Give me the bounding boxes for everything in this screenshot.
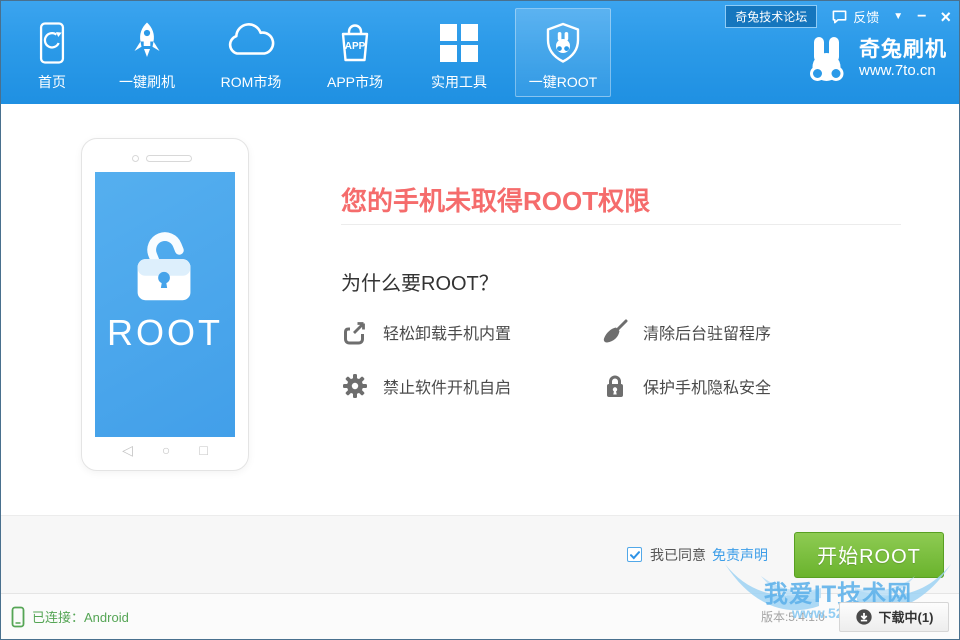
menu-caret-icon[interactable]: ▼ — [893, 11, 903, 22]
forum-button[interactable]: 奇兔技术论坛 — [725, 5, 817, 28]
connected-phone-icon — [11, 606, 25, 628]
agreement-row: 我已同意 免责声明 — [627, 545, 768, 565]
broom-icon — [602, 319, 628, 345]
nav-label-home: 首页 — [38, 72, 66, 92]
phone-home-icon: ○ — [162, 442, 170, 459]
gear-icon — [342, 373, 368, 399]
disclaimer-link[interactable]: 免责声明 — [712, 545, 768, 565]
nav-tab-home[interactable]: 首页 — [13, 8, 91, 97]
check-icon — [629, 549, 641, 561]
phone-nav-buttons: ◁ ○ □ — [82, 442, 248, 459]
nav-label-tools: 实用工具 — [431, 72, 487, 92]
title-divider — [341, 224, 901, 225]
action-bar: 我已同意 免责声明 开始ROOT — [1, 515, 959, 594]
nav-label-flash: 一键刷机 — [119, 72, 175, 92]
feature-privacy: 保护手机隐私安全 — [602, 373, 874, 399]
phone-screen-root-label: ROOT — [95, 312, 235, 354]
tools-grid-icon — [440, 17, 478, 69]
phone-screen: ROOT — [95, 172, 235, 437]
minimize-button[interactable]: − — [917, 10, 926, 24]
nav-label-root: 一键ROOT — [529, 72, 597, 92]
rocket-icon — [125, 17, 169, 69]
download-button[interactable]: 下载中(1) — [839, 602, 949, 632]
connection-text: 已连接：Android — [32, 607, 129, 626]
nav-tab-flash[interactable]: 一键刷机 — [99, 8, 195, 97]
feature-label: 禁止软件开机自启 — [383, 374, 511, 398]
brand-url: www.7to.cn — [859, 62, 947, 79]
phone-back-icon: ◁ — [122, 442, 133, 459]
app-bag-icon-text: APP — [345, 41, 366, 52]
nav-tab-root[interactable]: 一键ROOT — [515, 8, 611, 97]
home-refresh-icon — [33, 17, 71, 69]
feature-label: 清除后台驻留程序 — [643, 320, 771, 344]
why-root-heading: 为什么要ROOT？ — [341, 267, 499, 296]
phone-camera-dot — [132, 155, 139, 162]
nav-label-rom-market: ROM市场 — [221, 72, 282, 92]
uninstall-icon — [342, 319, 368, 345]
phone-illustration: ROOT ◁ ○ □ — [81, 138, 249, 471]
start-root-button[interactable]: 开始ROOT — [794, 532, 944, 578]
feature-list: 轻松卸载手机内置 清除后台驻留程序 — [342, 319, 874, 399]
brand-logo: 奇兔刷机 www.7to.cn — [803, 35, 947, 83]
app-window: 首页 一键刷机 — [0, 0, 960, 640]
close-button[interactable]: × — [940, 9, 951, 25]
feature-uninstall: 轻松卸载手机内置 — [342, 319, 602, 345]
nav-label-app-market: APP市场 — [327, 72, 383, 92]
rabbit-logo-icon — [803, 35, 851, 83]
feedback-button[interactable]: 反馈 — [831, 7, 879, 26]
unlock-icon — [121, 222, 209, 315]
speech-bubble-icon — [831, 9, 848, 24]
window-controls: 奇兔技术论坛 反馈 ▼ − × — [725, 5, 951, 28]
feature-label: 保护手机隐私安全 — [643, 374, 771, 398]
agree-checkbox[interactable] — [627, 547, 642, 562]
status-bar: 已连接：Android 版本:5.4.1.0 下载中(1) — [1, 594, 959, 639]
nav-tab-tools[interactable]: 实用工具 — [411, 8, 507, 97]
agree-label: 我已同意 — [650, 545, 706, 565]
brand-name: 奇兔刷机 — [859, 38, 947, 62]
main-nav: 首页 一键刷机 — [13, 8, 611, 97]
connection-status: 已连接：Android — [11, 606, 129, 628]
page-title: 您的手机未取得ROOT权限 — [341, 181, 650, 218]
phone-speaker — [146, 155, 192, 162]
download-label: 下载中(1) — [879, 607, 934, 626]
app-bag-icon: APP — [333, 17, 377, 69]
download-icon — [855, 608, 873, 626]
version-text: 版本:5.4.1.0 — [761, 608, 825, 625]
feature-clean: 清除后台驻留程序 — [602, 319, 874, 345]
nav-tab-app-market[interactable]: APP APP市场 — [307, 8, 403, 97]
phone-recent-icon: □ — [199, 442, 207, 459]
feature-label: 轻松卸载手机内置 — [383, 320, 511, 344]
lock-icon — [602, 373, 628, 399]
cloud-icon — [224, 17, 278, 69]
feature-autostart: 禁止软件开机自启 — [342, 373, 602, 399]
nav-tab-rom-market[interactable]: ROM市场 — [203, 8, 299, 97]
feedback-label: 反馈 — [853, 7, 879, 26]
header-bar: 首页 一键刷机 — [1, 1, 959, 104]
root-shield-icon — [541, 17, 585, 69]
